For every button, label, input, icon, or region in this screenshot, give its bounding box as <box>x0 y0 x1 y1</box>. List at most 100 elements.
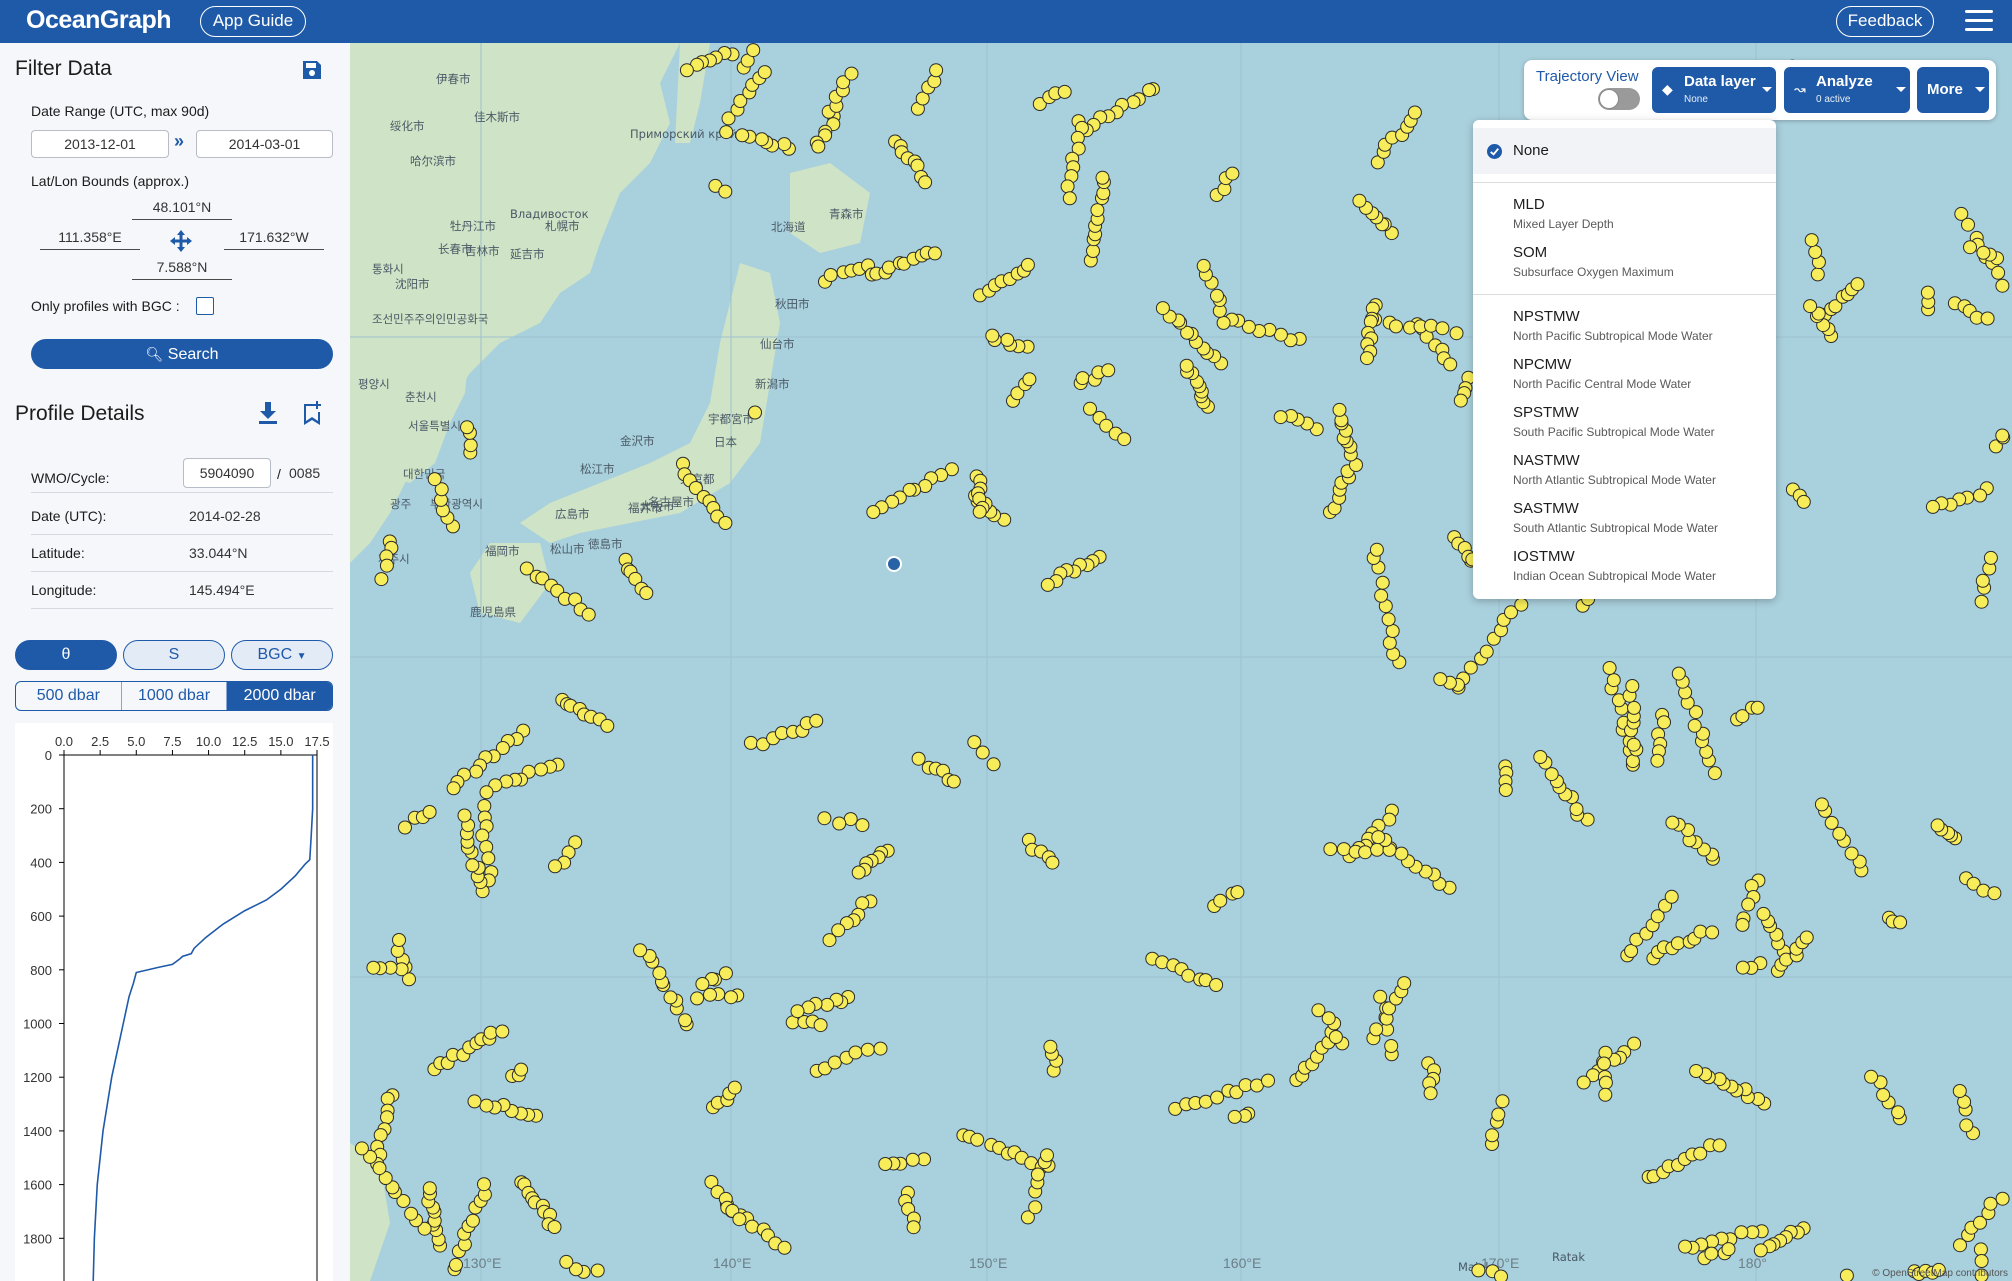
float-marker[interactable] <box>1832 826 1847 841</box>
float-marker[interactable] <box>777 1240 792 1255</box>
float-marker[interactable] <box>1533 750 1548 764</box>
date-end-input[interactable]: 2014-03-01 <box>196 130 333 158</box>
float-marker[interactable] <box>380 1110 394 1125</box>
float-marker[interactable] <box>1650 753 1665 768</box>
float-marker[interactable] <box>1920 285 1935 300</box>
float-marker[interactable] <box>547 1220 562 1234</box>
float-marker[interactable] <box>1602 661 1617 675</box>
menu-item-spstmw[interactable]: SPSTMW South Pacific Subtropical Mode Wa… <box>1473 396 1776 444</box>
float-marker[interactable] <box>1062 191 1077 206</box>
float-marker[interactable] <box>1311 1003 1326 1018</box>
float-marker[interactable] <box>777 137 792 152</box>
float-marker[interactable] <box>1424 318 1438 333</box>
float-marker[interactable] <box>639 586 654 600</box>
float-marker[interactable] <box>1995 278 2010 293</box>
float-marker[interactable] <box>479 785 494 800</box>
float-marker[interactable] <box>1756 906 1771 921</box>
float-marker[interactable] <box>724 990 738 1005</box>
theta-variable-button[interactable]: θ <box>15 640 117 670</box>
float-marker[interactable] <box>1844 846 1859 861</box>
float-marker[interactable] <box>465 1213 480 1228</box>
float-marker[interactable] <box>1485 1128 1500 1143</box>
float-marker[interactable] <box>1973 488 1987 503</box>
float-marker[interactable] <box>695 977 710 991</box>
float-marker[interactable] <box>817 811 832 826</box>
float-marker[interactable] <box>366 960 381 975</box>
float-marker[interactable] <box>822 933 837 948</box>
float-marker[interactable] <box>548 859 562 874</box>
float-marker[interactable] <box>1000 332 1015 347</box>
float-marker[interactable] <box>975 745 990 760</box>
float-marker[interactable] <box>449 1257 463 1272</box>
float-marker[interactable] <box>1210 1090 1225 1105</box>
float-marker[interactable] <box>457 808 472 823</box>
float-marker[interactable] <box>873 1041 888 1056</box>
bgc-variable-dropdown[interactable]: BGC ▼ <box>231 640 333 670</box>
east-bound-input[interactable]: 171.632°W <box>224 226 324 250</box>
float-marker[interactable] <box>1721 1242 1736 1257</box>
float-marker[interactable] <box>1704 1246 1719 1261</box>
float-marker[interactable] <box>851 865 866 880</box>
float-marker[interactable] <box>1850 277 1865 292</box>
float-marker[interactable] <box>985 328 1000 343</box>
float-marker[interactable] <box>1876 1088 1891 1102</box>
depth-1000-button[interactable]: 1000 dbar <box>122 682 228 710</box>
float-marker[interactable] <box>813 1018 828 1033</box>
menu-item-npstmw[interactable]: NPSTMW North Pacific Subtropical Mode Wa… <box>1473 300 1776 348</box>
float-marker[interactable] <box>1976 245 1991 260</box>
float-marker[interactable] <box>1179 358 1194 373</box>
south-bound-input[interactable]: 7.588°N <box>132 256 232 280</box>
float-marker[interactable] <box>878 1157 893 1171</box>
float-marker[interactable] <box>823 268 838 282</box>
float-marker[interactable] <box>427 472 442 487</box>
move-arrows-icon[interactable] <box>170 230 192 252</box>
menu-item-mld[interactable]: MLD Mixed Layer Depth <box>1473 188 1776 236</box>
float-marker[interactable] <box>911 751 926 766</box>
menu-item-iostmw[interactable]: IOSTMW Indian Ocean Subtropical Mode Wat… <box>1473 540 1776 588</box>
menu-item-nastmw[interactable]: NASTMW North Atlantic Subtropical Mode W… <box>1473 444 1776 492</box>
float-marker[interactable] <box>1028 1200 1043 1215</box>
bookmark-add-icon[interactable] <box>300 400 324 426</box>
float-marker[interactable] <box>652 966 667 981</box>
float-marker[interactable] <box>1090 203 1105 218</box>
float-marker[interactable] <box>972 504 987 519</box>
float-marker[interactable] <box>1491 1107 1506 1122</box>
float-marker[interactable] <box>1328 1030 1343 1044</box>
float-marker[interactable] <box>479 1098 494 1113</box>
float-marker[interactable] <box>1043 1039 1058 1054</box>
float-marker[interactable] <box>754 132 769 147</box>
float-marker[interactable] <box>633 943 648 958</box>
float-marker[interactable] <box>1657 715 1671 730</box>
float-marker[interactable] <box>844 66 859 81</box>
float-marker[interactable] <box>1687 718 1702 733</box>
float-marker[interactable] <box>1181 968 1196 983</box>
float-marker[interactable] <box>1799 930 1814 945</box>
float-marker[interactable] <box>1479 644 1494 659</box>
north-bound-input[interactable]: 48.101°N <box>132 196 232 220</box>
depth-500-button[interactable]: 500 dbar <box>16 682 122 710</box>
float-marker[interactable] <box>690 991 705 1006</box>
float-marker[interactable] <box>1689 1064 1704 1078</box>
float-marker[interactable] <box>446 781 461 796</box>
float-marker[interactable] <box>1155 301 1170 316</box>
float-marker[interactable] <box>1753 1243 1768 1258</box>
float-marker[interactable] <box>1075 371 1090 386</box>
float-marker[interactable] <box>1983 1196 1998 1211</box>
float-marker[interactable] <box>718 516 733 530</box>
float-marker[interactable] <box>1374 588 1389 603</box>
menu-item-none[interactable]: None <box>1473 128 1776 174</box>
float-marker[interactable] <box>866 505 881 519</box>
float-marker[interactable] <box>1975 573 1990 588</box>
float-marker[interactable] <box>1803 299 1818 314</box>
float-marker[interactable] <box>745 1219 760 1234</box>
float-marker[interactable] <box>1435 321 1450 336</box>
float-marker[interactable] <box>1040 577 1055 592</box>
float-marker[interactable] <box>1394 846 1409 861</box>
float-marker[interactable] <box>372 1161 387 1176</box>
float-marker[interactable] <box>1336 842 1351 857</box>
float-marker[interactable] <box>1045 855 1060 870</box>
float-marker[interactable] <box>1381 612 1396 627</box>
float-marker[interactable] <box>534 762 548 777</box>
float-marker[interactable] <box>1196 258 1211 273</box>
float-marker[interactable] <box>735 128 750 143</box>
